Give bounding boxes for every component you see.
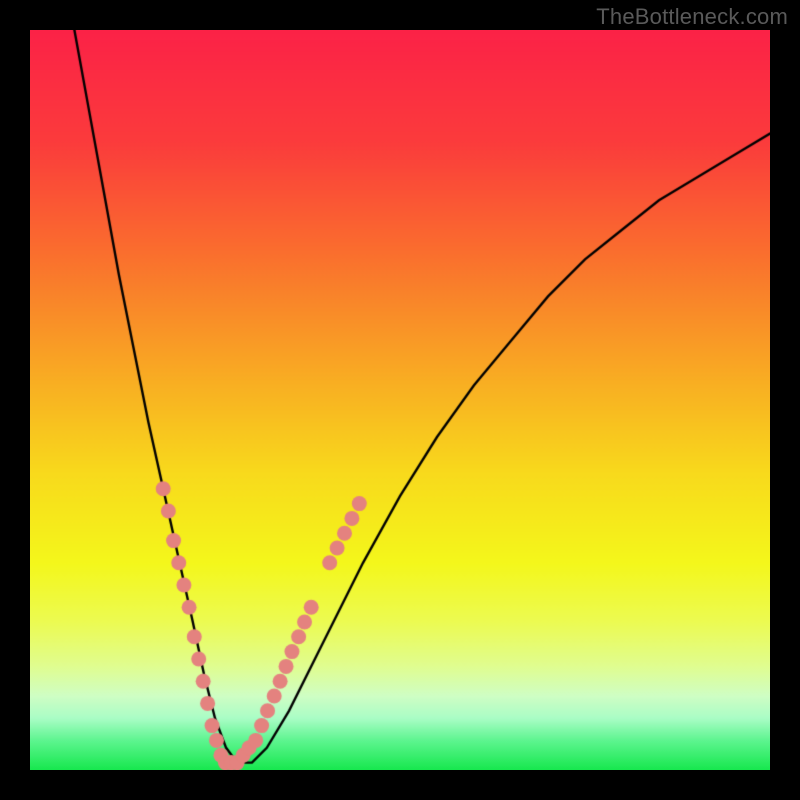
bottleneck-curve bbox=[30, 30, 770, 770]
chart-frame: TheBottleneck.com bbox=[0, 0, 800, 800]
watermark-text: TheBottleneck.com bbox=[596, 4, 788, 30]
plot-area bbox=[30, 30, 770, 770]
